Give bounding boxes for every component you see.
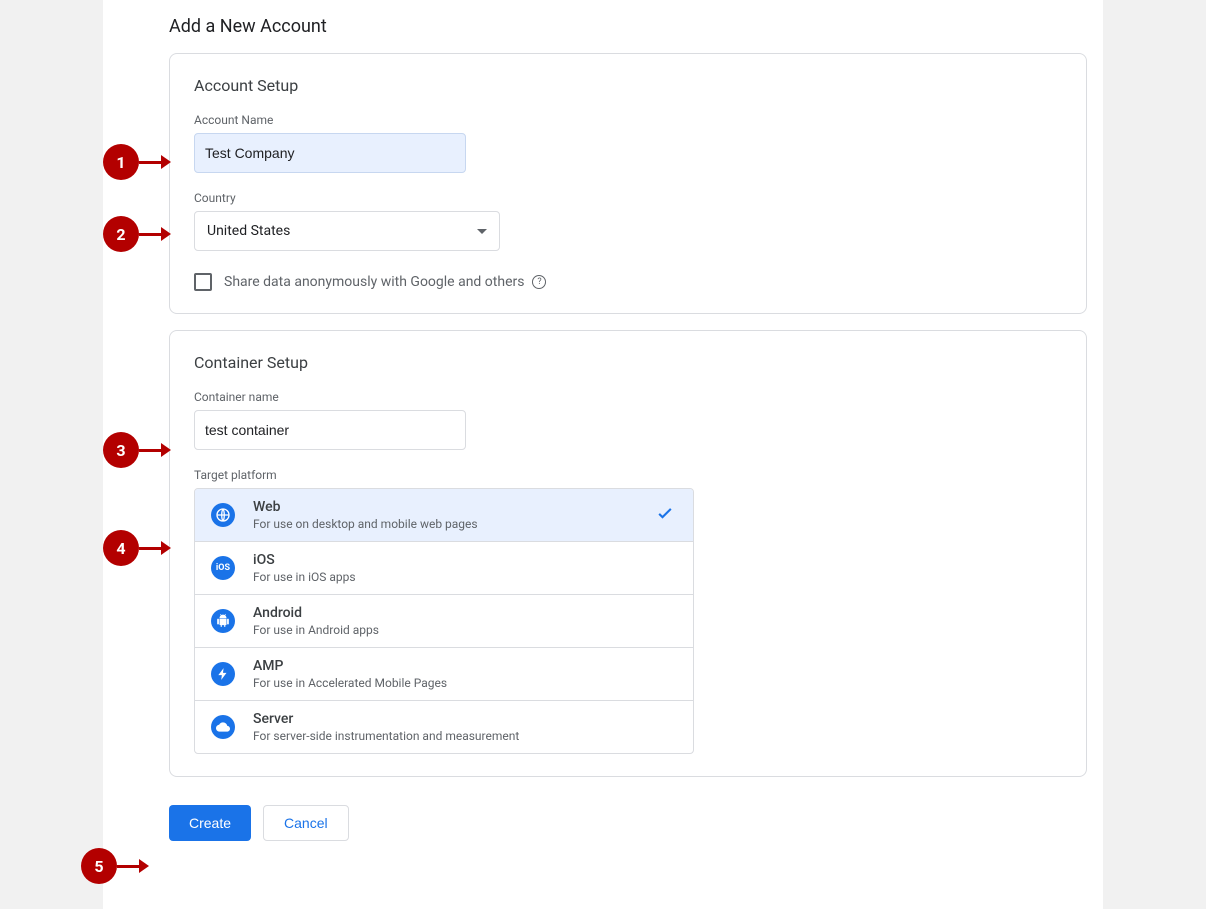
container-setup-heading: Container Setup — [194, 353, 1062, 372]
page-title: Add a New Account — [103, 0, 1103, 53]
create-button[interactable]: Create — [169, 805, 251, 841]
platform-desc: For use on desktop and mobile web pages — [253, 517, 478, 531]
platform-desc: For server-side instrumentation and meas… — [253, 729, 519, 743]
country-select[interactable]: United States — [194, 211, 500, 251]
platform-list: Web For use on desktop and mobile web pa… — [194, 488, 694, 754]
platform-item-ios[interactable]: iOS iOS For use in iOS apps — [195, 542, 693, 595]
platform-item-web[interactable]: Web For use on desktop and mobile web pa… — [195, 489, 693, 542]
platform-desc: For use in iOS apps — [253, 570, 356, 584]
platform-name: Android — [253, 605, 379, 621]
container-name-label: Container name — [194, 390, 1062, 404]
cancel-button[interactable]: Cancel — [263, 805, 349, 841]
country-label: Country — [194, 191, 1062, 205]
server-icon — [211, 715, 235, 739]
country-select-value: United States — [207, 223, 290, 239]
ios-icon: iOS — [211, 556, 235, 580]
annotation-marker-1: 1 — [103, 144, 171, 180]
help-icon[interactable]: ? — [532, 275, 546, 289]
chevron-down-icon — [477, 229, 487, 234]
globe-icon — [211, 503, 235, 527]
annotation-marker-5: 5 — [81, 848, 149, 884]
container-name-input[interactable] — [194, 410, 466, 450]
platform-desc: For use in Android apps — [253, 623, 379, 637]
platform-item-server[interactable]: Server For server-side instrumentation a… — [195, 701, 693, 753]
annotation-marker-2: 2 — [103, 216, 171, 252]
platform-name: Web — [253, 499, 478, 515]
platform-desc: For use in Accelerated Mobile Pages — [253, 676, 447, 690]
android-icon — [211, 609, 235, 633]
container-setup-card: Container Setup Container name Target pl… — [169, 330, 1087, 777]
platform-item-amp[interactable]: AMP For use in Accelerated Mobile Pages — [195, 648, 693, 701]
platform-name: AMP — [253, 658, 447, 674]
account-name-label: Account Name — [194, 113, 1062, 127]
share-data-checkbox[interactable] — [194, 273, 212, 291]
check-icon — [655, 503, 675, 527]
account-setup-heading: Account Setup — [194, 76, 1062, 95]
platform-name: iOS — [253, 552, 356, 568]
annotation-marker-4: 4 — [103, 530, 171, 566]
share-data-label: Share data anonymously with Google and o… — [224, 274, 524, 290]
annotation-marker-3: 3 — [103, 432, 171, 468]
platform-name: Server — [253, 711, 519, 727]
amp-icon — [211, 662, 235, 686]
platform-item-android[interactable]: Android For use in Android apps — [195, 595, 693, 648]
account-name-input[interactable] — [194, 133, 466, 173]
account-setup-card: Account Setup Account Name Country Unite… — [169, 53, 1087, 314]
target-platform-label: Target platform — [194, 468, 1062, 482]
